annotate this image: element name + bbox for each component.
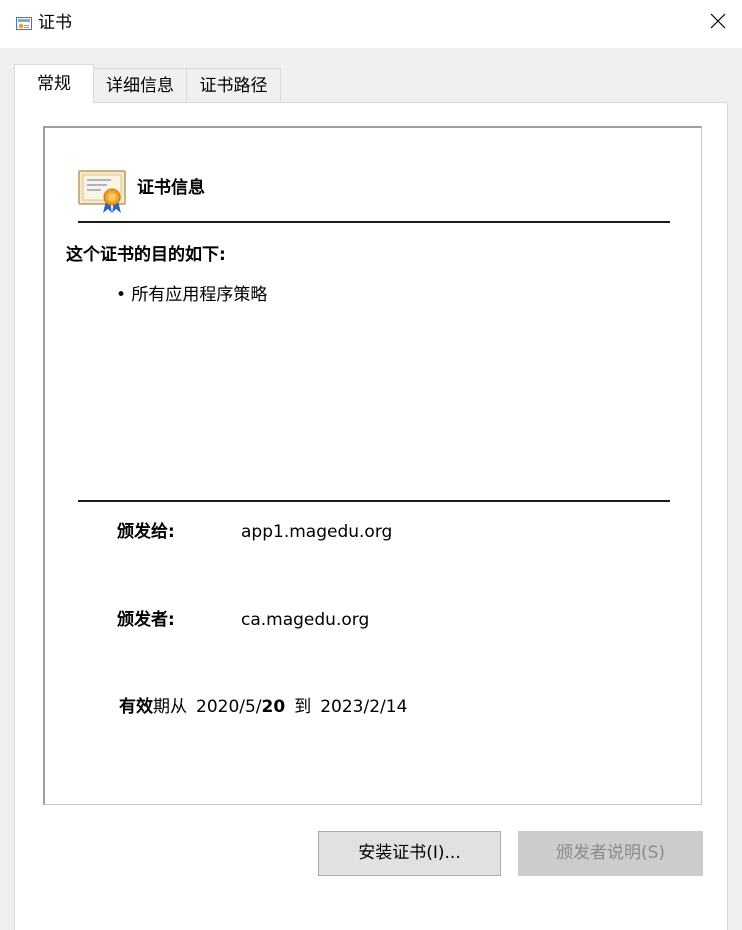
- purpose-list-item: • 所有应用程序策略: [116, 285, 268, 305]
- certificate-info-title: 证书信息: [137, 178, 205, 198]
- validity-to-label: 到: [294, 697, 312, 717]
- certificate-icon: [16, 16, 32, 30]
- close-button[interactable]: [694, 0, 742, 46]
- tab-details[interactable]: 详细信息: [94, 68, 187, 101]
- issuer-statement-button[interactable]: 颁发者说明(S): [518, 831, 703, 876]
- validity-label-bold: 有效: [119, 697, 153, 717]
- tab-general[interactable]: 常规: [14, 64, 94, 103]
- validity-period: 有效期从 2020/5/20 到 2023/2/14: [119, 696, 407, 718]
- title-bar: 证书: [0, 0, 742, 48]
- tab-certification-path[interactable]: 证书路径: [187, 68, 281, 101]
- purpose-heading: 这个证书的目的如下:: [66, 245, 226, 265]
- fields-divider: [78, 500, 670, 502]
- header-divider: [78, 221, 670, 223]
- install-certificate-button[interactable]: 安装证书(I)...: [318, 831, 501, 876]
- issued-by-label: 颁发者:: [117, 610, 175, 630]
- window-title: 证书: [38, 13, 72, 33]
- certificate-dialog: 证书 常规 详细信息 证书路径 证书信息 这个证书的目的如下: • 所有应用程序…: [0, 0, 742, 930]
- issued-to-value: app1.magedu.org: [241, 522, 393, 542]
- issued-by-value: ca.magedu.org: [241, 610, 370, 630]
- valid-from-date: 2020/5/20: [196, 697, 286, 717]
- issued-to-label: 颁发给:: [117, 522, 175, 542]
- validity-label: 期从: [153, 697, 187, 717]
- certificate-icon: [77, 168, 127, 214]
- valid-to-date: 2023/2/14: [320, 697, 408, 717]
- close-icon: [710, 13, 726, 33]
